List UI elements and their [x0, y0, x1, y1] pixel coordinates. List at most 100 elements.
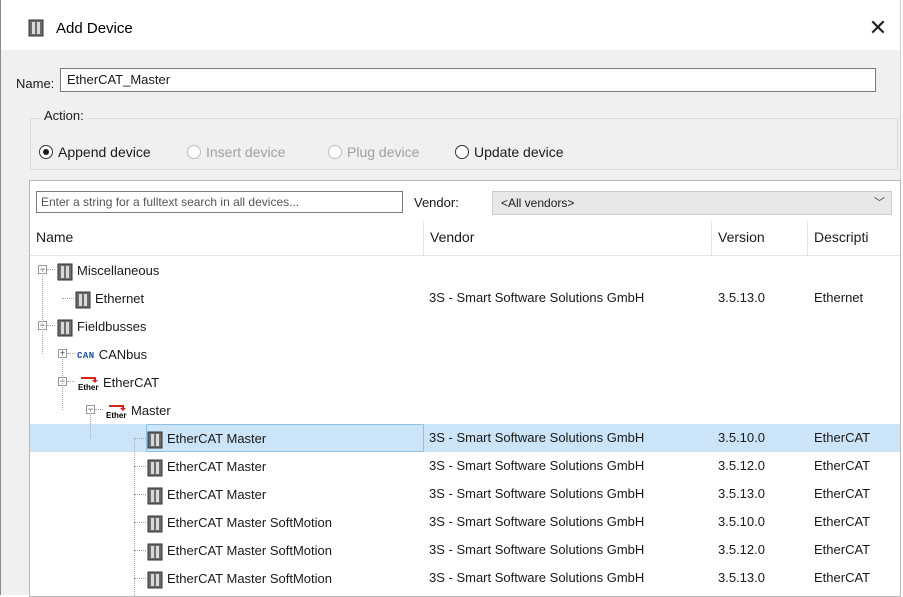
name-input[interactable]: EtherCAT_Master	[60, 68, 876, 92]
tree-row[interactable]: Ethernet 3S - Smart Software Solutions Gm…	[30, 284, 900, 312]
append-device-radio[interactable]: Append device	[39, 144, 151, 160]
tree-row[interactable]: EtherCAT Master SoftMotion 3S - Smart Sof…	[30, 536, 900, 564]
tree-item-name[interactable]: EtherCAT Master	[146, 452, 273, 480]
tree-item-label: CANbus	[98, 347, 148, 362]
tree-connector	[134, 522, 146, 523]
vendor-cell: 3S - Smart Software Solutions GmbH	[429, 430, 645, 445]
tree-item-name[interactable]: CAN CANbus	[76, 340, 154, 368]
tree-item-label: EtherCAT Master SoftMotion	[167, 571, 332, 586]
tree-guide-line	[62, 354, 63, 410]
tree-item-label: Miscellaneous	[77, 263, 160, 278]
tree-connector	[62, 298, 74, 299]
vendor-cell: 3S - Smart Software Solutions GmbH	[429, 514, 645, 529]
close-button[interactable]: ✕	[864, 14, 892, 42]
tree-item-name[interactable]: EtherCAT Master SoftMotion	[146, 508, 339, 536]
vendor-cell: 3S - Smart Software Solutions GmbH	[429, 542, 645, 557]
description-cell: EtherCAT	[814, 486, 871, 501]
radio-indicator	[39, 145, 53, 159]
tree-item-name[interactable]: Ethernet	[74, 284, 151, 312]
version-cell: 3.5.12.0	[718, 458, 765, 473]
tree-item-name[interactable]: EtherCAT Master SoftMotion	[146, 536, 339, 564]
tree-row[interactable]: EtherCAT Master SoftMotion 3S - Smart Sof…	[30, 564, 900, 592]
device-tree-panel: Enter a string for a fulltext search in …	[29, 180, 901, 597]
fulltext-search-input[interactable]: Enter a string for a fulltext search in …	[36, 191, 403, 213]
description-cell: EtherCAT	[814, 514, 871, 529]
tree-item-name[interactable]: EtherCAT EtherCAT	[76, 368, 166, 396]
description-cell	[814, 340, 900, 368]
tree-item-name[interactable]: EtherCAT Master SoftMotion	[146, 564, 339, 592]
dialog-body: Name: EtherCAT_Master Action: Append dev…	[1, 50, 901, 597]
column-header-row: Name Vendor Version Descripti	[30, 221, 900, 256]
vendor-select[interactable]: <All vendors> ﹀	[492, 191, 892, 215]
tree-row[interactable]: − Fieldbusses	[30, 312, 900, 340]
chevron-down-icon: ﹀	[874, 197, 885, 209]
tree-item-name[interactable]: EtherCAT Master	[104, 396, 178, 424]
append-device-label: Append device	[58, 144, 151, 160]
description-cell	[814, 396, 900, 424]
tree-item-label: EtherCAT	[103, 375, 160, 390]
vendor-cell	[429, 396, 709, 424]
tree-item-label: EtherCAT Master	[167, 459, 267, 474]
description-cell: Ethernet	[814, 290, 864, 305]
column-header-vendor[interactable]: Vendor	[424, 221, 712, 255]
tree-connector	[47, 269, 55, 270]
tree-item-label: EtherCAT Master	[167, 487, 267, 502]
tree-row[interactable]: + CAN CANbus	[30, 340, 900, 368]
tree-row[interactable]: −EtherCATMaster	[30, 396, 900, 424]
close-icon: ✕	[868, 15, 888, 40]
description-cell	[814, 256, 900, 284]
tree-item-name[interactable]: EtherCAT Master	[146, 424, 424, 452]
vendor-cell: 3S - Smart Software Solutions GmbH	[429, 290, 645, 305]
vendor-cell	[429, 256, 709, 284]
device-icon	[147, 431, 163, 449]
version-cell	[718, 312, 806, 340]
device-icon	[147, 571, 163, 589]
tree-row[interactable]: EtherCAT Master SoftMotion 3S - Smart Sof…	[30, 508, 900, 536]
tree-guide-line	[42, 270, 43, 354]
tree-item-label: EtherCAT Master	[167, 431, 267, 446]
insert-device-label: Insert device	[206, 144, 286, 160]
update-device-label: Update device	[474, 144, 564, 160]
device-icon	[57, 319, 73, 337]
vendor-label: Vendor:	[414, 195, 459, 210]
tree-connector	[67, 381, 75, 382]
tree-row[interactable]: − Miscellaneous	[30, 256, 900, 284]
tree-row[interactable]: EtherCAT Master 3S - Smart Software Solut…	[30, 480, 900, 508]
device-icon	[147, 459, 163, 477]
vendor-cell: 3S - Smart Software Solutions GmbH	[429, 570, 645, 585]
version-cell	[718, 256, 806, 284]
version-cell: 3.5.10.0	[718, 514, 765, 529]
update-device-radio[interactable]: Update device	[455, 144, 564, 160]
device-icon	[28, 19, 44, 37]
tree-guide-line	[90, 410, 91, 438]
tree-item-label: EtherCAT Master SoftMotion	[167, 543, 332, 558]
tree-item-name[interactable]: Fieldbusses	[56, 312, 153, 340]
vendor-cell	[429, 312, 709, 340]
tree-row[interactable]: −EtherCATEtherCAT	[30, 368, 900, 396]
ethercat-icon: EtherCAT	[78, 376, 99, 392]
tree-guide-line	[134, 438, 135, 596]
tree-item-name[interactable]: Miscellaneous	[56, 256, 166, 284]
column-header-name[interactable]: Name	[30, 221, 424, 255]
tree-row[interactable]: EtherCAT Master 3S - Smart Software Solut…	[30, 424, 900, 452]
vendor-cell	[429, 368, 709, 396]
plug-device-label: Plug device	[347, 144, 420, 160]
vendor-cell: 3S - Smart Software Solutions GmbH	[429, 458, 645, 473]
column-header-version[interactable]: Version	[712, 221, 808, 255]
tree-item-name[interactable]: EtherCAT Master	[146, 480, 273, 508]
column-header-description[interactable]: Descripti	[808, 221, 900, 255]
description-cell: EtherCAT	[814, 542, 871, 557]
radio-indicator	[187, 145, 201, 159]
tree-connector	[134, 494, 146, 495]
device-icon	[57, 263, 73, 281]
device-icon	[147, 515, 163, 533]
device-icon	[147, 487, 163, 505]
plug-device-radio[interactable]: Plug device	[328, 144, 419, 160]
description-cell	[814, 368, 900, 396]
vendor-selected-value: <All vendors>	[501, 196, 575, 210]
name-label: Name:	[16, 76, 55, 91]
tree-item-label: Fieldbusses	[77, 319, 147, 334]
insert-device-radio[interactable]: Insert device	[187, 144, 285, 160]
tree-connector	[134, 578, 146, 579]
tree-row[interactable]: EtherCAT Master 3S - Smart Software Solut…	[30, 452, 900, 480]
